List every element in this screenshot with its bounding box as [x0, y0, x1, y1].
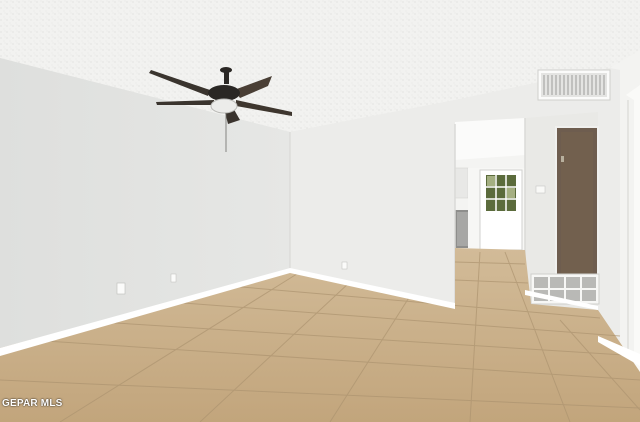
- watermark-text: GEPAR MLS: [2, 398, 63, 409]
- ceiling-vent: [537, 69, 611, 101]
- wall-outlet: [341, 261, 348, 270]
- room-photo: GEPAR MLS: [0, 0, 640, 422]
- thermostat: [535, 185, 546, 194]
- closet-door: [555, 126, 599, 284]
- wall-outlet: [116, 282, 126, 295]
- wall-outlet: [170, 273, 177, 283]
